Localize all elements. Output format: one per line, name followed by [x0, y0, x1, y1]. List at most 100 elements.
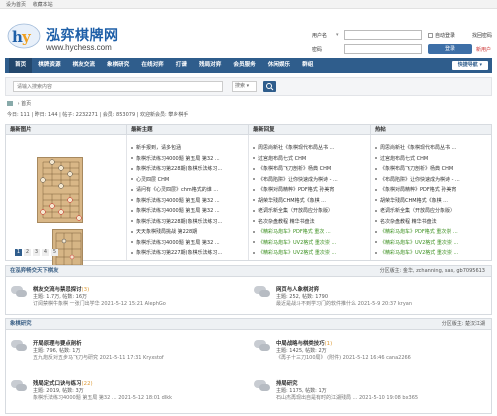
- search-type-select[interactable]: 搜索 ▾: [232, 81, 257, 92]
- pager-page-4[interactable]: 4: [42, 249, 49, 256]
- list-item[interactable]: 周思尚新社《象棋现代布局丛书 ...: [253, 143, 366, 154]
- list-item-text[interactable]: 新手报到，请多包涵: [136, 145, 181, 151]
- pager-page-5[interactable]: 5: [51, 249, 58, 256]
- list-item-text[interactable]: 《精彩马炮车》PDF格式 重次 ...: [258, 229, 331, 235]
- list-item-text[interactable]: 《精彩马炮车》UV2格式 重次崇 ...: [258, 250, 336, 256]
- list-item[interactable]: 象棋乐法练习4000题 第五局 第32 ...: [131, 154, 244, 165]
- nav-item-home[interactable]: 首页: [9, 58, 33, 73]
- list-item[interactable]: 《象棋对局精粹》PDF格式 孙美宵: [375, 185, 487, 196]
- list-item-text[interactable]: 周思尚新社《象棋现代布局丛书 ...: [258, 145, 334, 151]
- list-item-text[interactable]: 请问有《心灵四层》chm格式的谁 ...: [136, 187, 218, 193]
- forgot-password-link[interactable]: 找回密码: [472, 32, 492, 39]
- site-title[interactable]: 泓弈棋牌网: [46, 25, 119, 45]
- list-item[interactable]: 《精彩马炮车》UV2格式 重次崇 ...: [375, 248, 487, 259]
- list-item-text[interactable]: 天天象棋残局挑战 第228期: [136, 229, 197, 235]
- list-item[interactable]: 《精彩马炮车》PDF格式 重次 ...: [253, 227, 366, 238]
- forum-title[interactable]: 中局战略与棋类技巧(1): [276, 339, 332, 347]
- list-item-text[interactable]: 胡荣华残局CHM格式《象棋 ...: [380, 198, 448, 204]
- bookmark-link[interactable]: 收藏本站: [33, 2, 53, 8]
- chess-board-image[interactable]: [37, 157, 83, 223]
- pager-page-2[interactable]: 2: [24, 249, 31, 256]
- list-item-text[interactable]: 周思尚新社《象棋现代布局丛书 ...: [380, 145, 456, 151]
- list-item-text[interactable]: 老调乐新全集（开放局应分象版）: [380, 208, 455, 214]
- list-item[interactable]: 象棋乐法练习4000题 第五局 第32 ...: [131, 206, 244, 217]
- list-item[interactable]: 老调乐新全集（开放局应分象版）: [253, 206, 366, 217]
- list-item-text[interactable]: 《布局陷阱》让你快速成为棋诗 - ...: [258, 177, 338, 183]
- nav-item-leisure[interactable]: 休闲娱乐: [262, 58, 296, 73]
- nav-item-groups[interactable]: 群组: [296, 58, 319, 73]
- list-item[interactable]: 《布局陷阱》让你快速成为棋诗 - ...: [375, 175, 487, 186]
- list-item-text[interactable]: 《象棋布局飞刀剖析》杨典 CHM: [380, 166, 453, 172]
- nav-item-endgame[interactable]: 残局对弈: [193, 58, 227, 73]
- list-item[interactable]: 过宫炮布局七式 CHM: [253, 154, 366, 165]
- list-item-text[interactable]: 象棋乐法练习4000题 第五局 第32 ...: [136, 156, 220, 162]
- list-item-text[interactable]: 名次杂盘教程 精华书盘法: [380, 219, 437, 225]
- list-item[interactable]: 周思尚新社《象棋现代布局丛书 ...: [375, 143, 487, 154]
- list-item-text[interactable]: 过宫炮布局七式 CHM: [258, 156, 306, 162]
- list-item[interactable]: 象棋乐法练习4000题 第五局 第32 ...: [131, 238, 244, 249]
- list-item[interactable]: 新手报到，请多包涵: [131, 143, 244, 154]
- register-link[interactable]: 新用户: [476, 46, 491, 53]
- list-item-text[interactable]: 《精彩马炮车》UV2格式 重次崇 ...: [380, 240, 458, 246]
- set-home-link[interactable]: 设为首页: [6, 2, 26, 8]
- list-item-text[interactable]: 老调乐新全集（开放局应分象版）: [258, 208, 333, 214]
- forum-last-post[interactable]: 最近是战斗不到学习门的软件推什么 2021-5-9 20:37 kryan: [276, 300, 412, 307]
- search-button[interactable]: [263, 81, 276, 92]
- list-item[interactable]: 名次杂盘教程 精华书盘法: [253, 217, 366, 228]
- list-item[interactable]: 象棋乐法练习4000题 第五局 第32 ...: [131, 196, 244, 207]
- list-item-text[interactable]: 名次杂盘教程 精华书盘法: [258, 219, 315, 225]
- list-item[interactable]: 天天象棋残局挑战 第228期: [131, 227, 244, 238]
- list-item[interactable]: 名次杂盘教程 精华书盘法: [375, 217, 487, 228]
- list-item-text[interactable]: 象棋乐法练习4000题 第五局 第32 ...: [136, 198, 220, 204]
- list-item-text[interactable]: 《精彩马炮车》PDF格式 重次崇 ...: [380, 229, 458, 235]
- forum-title[interactable]: 排局研究: [276, 379, 298, 387]
- list-item-text[interactable]: 《象棋对局精粹》PDF格式 孙美宵: [380, 187, 456, 193]
- nav-item-member[interactable]: 会员服务: [227, 58, 261, 73]
- list-item[interactable]: 心灵四层 CHM: [131, 175, 244, 186]
- list-item-text[interactable]: 象棋乐法练习第227期(象棋乐法练习...: [136, 250, 222, 256]
- list-item[interactable]: 象棋乐法练习第227期(象棋乐法练习...: [131, 248, 244, 259]
- list-item-text[interactable]: 胡荣华残局CHM格式《象棋 ...: [258, 198, 326, 204]
- auto-login-checkbox[interactable]: [428, 33, 433, 38]
- quick-nav-dropdown[interactable]: 快捷导航 ▾: [451, 61, 488, 70]
- forum-title[interactable]: 开局原理与要点剖析: [33, 339, 82, 347]
- forum-title[interactable]: 残局定式口诀与练习(22): [33, 379, 93, 387]
- section-title[interactable]: 在泓弈畅交天下棋友: [10, 268, 59, 274]
- forum-title[interactable]: 网页与人象棋对弈: [276, 285, 319, 293]
- site-logo-icon[interactable]: h y: [7, 23, 41, 49]
- password-input[interactable]: [344, 44, 422, 54]
- login-button[interactable]: 登录: [428, 44, 472, 54]
- forum-last-post[interactable]: 五九炮反对五步马飞刀与研究 2021-5-11 17:31 Kryxstof: [33, 354, 164, 361]
- list-item[interactable]: 胡荣华残局CHM格式《象棋 ...: [253, 196, 366, 207]
- section-title[interactable]: 象棋研究: [10, 321, 32, 327]
- list-item[interactable]: 《象棋布局飞刀剖析》杨典 CHM: [253, 164, 366, 175]
- list-item[interactable]: 胡荣华残局CHM格式《象棋 ...: [375, 196, 487, 207]
- list-item-text[interactable]: 《精彩马炮车》UV2格式 重次崇 ...: [258, 240, 336, 246]
- nav-item-online-play[interactable]: 在线对弈: [135, 58, 169, 73]
- list-item[interactable]: 《精彩马炮车》UV2格式 重次崇 ...: [253, 248, 366, 259]
- username-input[interactable]: [344, 30, 422, 40]
- pager-page-1[interactable]: 1: [15, 249, 22, 256]
- list-item-text[interactable]: 象棋乐法练习第228期(象棋乐法练习...: [136, 219, 222, 225]
- nav-item-chess-friends[interactable]: 棋友交流: [67, 58, 101, 73]
- breadcrumb[interactable]: › 首页: [7, 100, 31, 107]
- list-item[interactable]: 象棋乐法练习第228期(象棋乐法练习...: [131, 164, 244, 175]
- list-item[interactable]: 过宫炮布局七式 CHM: [375, 154, 487, 165]
- forum-last-post[interactable]: 石山杰再现出自是有时的江湖残局 ... 2021-5-10 19:08 bx36…: [276, 394, 418, 401]
- list-item[interactable]: 象棋乐法练习第228期(象棋乐法练习...: [131, 217, 244, 228]
- list-item[interactable]: 《象棋布局飞刀剖析》杨典 CHM: [375, 164, 487, 175]
- list-item[interactable]: 《精彩马炮车》UV2格式 重次崇 ...: [253, 238, 366, 249]
- nav-item-xiangqi-study[interactable]: 象棋研究: [101, 58, 135, 73]
- list-item-text[interactable]: 心灵四层 CHM: [136, 177, 169, 183]
- list-item[interactable]: 请问有《心灵四层》chm格式的谁 ...: [131, 185, 244, 196]
- list-item-text[interactable]: 《精彩马炮车》UV2格式 重次崇 ...: [380, 250, 458, 256]
- list-item[interactable]: 《精彩马炮车》PDF格式 重次崇 ...: [375, 227, 487, 238]
- list-item[interactable]: 老调乐新全集（开放局应分象版）: [375, 206, 487, 217]
- forum-last-post[interactable]: 象棋乐法练习4000题 第五局 第32 ... 2021-5-12 18:01 …: [33, 394, 172, 401]
- list-item-text[interactable]: 过宫炮布局七式 CHM: [380, 156, 428, 162]
- username-type-select[interactable]: ▾: [336, 32, 339, 38]
- nav-item-record[interactable]: 打谱: [170, 58, 193, 73]
- forum-last-post[interactable]: 订阅禁棋牛象棋 一张门出学华 2021-5-12 15:21 AlephGo: [33, 300, 166, 307]
- breadcrumb-home[interactable]: › 首页: [18, 101, 32, 107]
- pager-page-3[interactable]: 3: [33, 249, 40, 256]
